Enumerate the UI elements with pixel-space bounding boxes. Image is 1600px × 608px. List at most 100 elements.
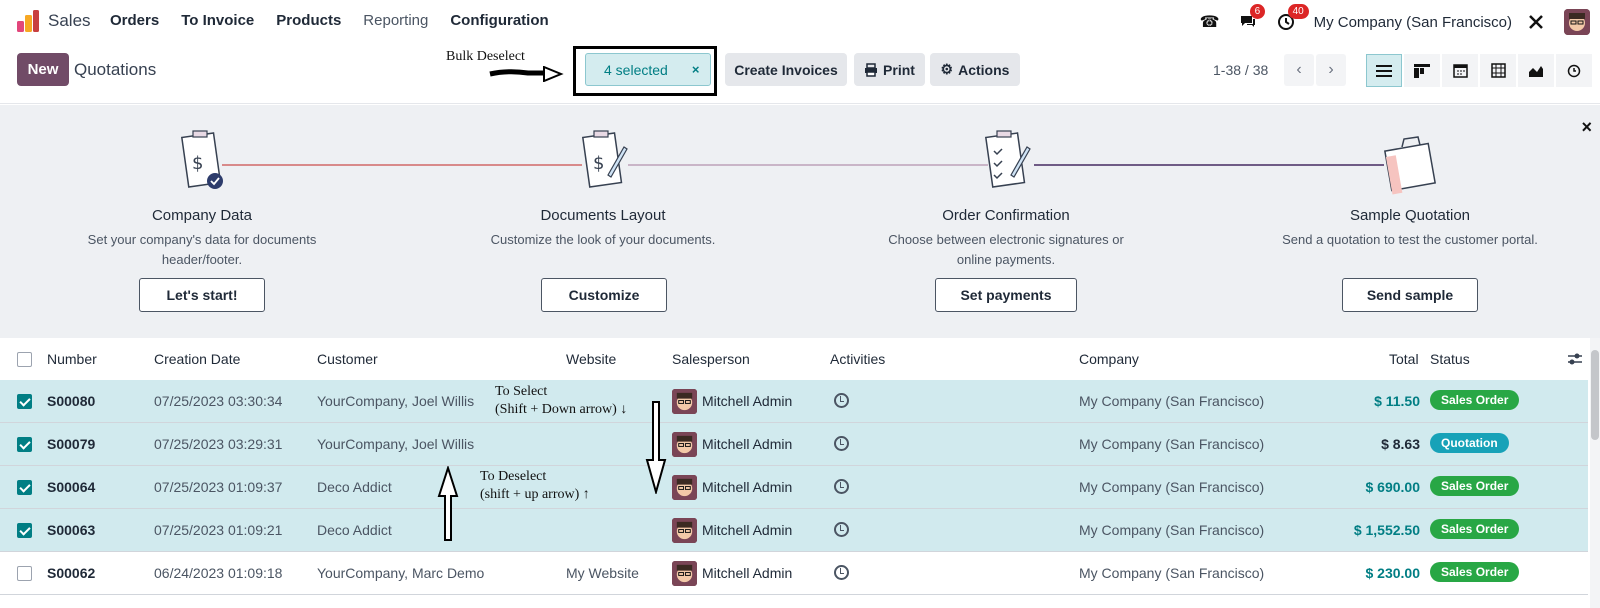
- column-total[interactable]: Total: [1389, 351, 1419, 367]
- scrollbar-thumb[interactable]: [1591, 350, 1599, 440]
- graph-view-icon[interactable]: [1518, 54, 1554, 87]
- create-invoices-button[interactable]: Create Invoices: [725, 53, 847, 86]
- table-row[interactable]: S00062 06/24/2023 01:09:18 YourCompany, Ma…: [0, 552, 1588, 595]
- column-website[interactable]: Website: [566, 351, 616, 367]
- row-checkbox[interactable]: [17, 523, 32, 538]
- activity-clock-icon[interactable]: [834, 522, 849, 537]
- kanban-view-icon[interactable]: [1404, 54, 1440, 87]
- column-salesperson[interactable]: Salesperson: [672, 351, 750, 367]
- salesperson: Mitchell Admin: [702, 565, 793, 581]
- total-amount: $ 11.50: [1374, 393, 1420, 409]
- document-pen-icon: $: [581, 130, 628, 188]
- optional-columns-icon[interactable]: [1567, 352, 1583, 366]
- customize-button[interactable]: Customize: [541, 278, 667, 312]
- annotation-text: To Deselect: [480, 469, 547, 484]
- sales-app-icon[interactable]: [16, 9, 40, 33]
- messages-badge: 6: [1249, 4, 1266, 19]
- menu-products[interactable]: Products: [276, 12, 341, 29]
- lets-start-button[interactable]: Let's start!: [139, 278, 265, 312]
- company-switcher[interactable]: My Company (San Francisco): [1314, 14, 1512, 31]
- create-invoices-label: Create Invoices: [734, 61, 838, 78]
- table-row[interactable]: S00080 07/25/2023 03:30:34 YourCompany, Jo…: [0, 380, 1588, 423]
- debug-tools-icon[interactable]: [1526, 12, 1546, 32]
- step-description: Customize the look of your documents.: [490, 232, 716, 247]
- column-customer[interactable]: Customer: [317, 351, 378, 367]
- selection-counter[interactable]: 4 selected ×: [585, 53, 711, 86]
- annotation-text: (Shift + Down arrow) ↓: [495, 402, 628, 417]
- calendar-view-icon[interactable]: [1442, 54, 1478, 87]
- total-amount: $ 1,552.50: [1353, 522, 1420, 538]
- print-button[interactable]: Print: [854, 53, 925, 86]
- column-company[interactable]: Company: [1079, 351, 1139, 367]
- salesperson-avatar: [672, 561, 697, 586]
- systray: ☎ 6 40 My Company (San Francisco): [1200, 0, 1600, 44]
- user-avatar[interactable]: [1564, 9, 1590, 35]
- send-sample-button[interactable]: Send sample: [1342, 278, 1478, 312]
- salesperson: Mitchell Admin: [702, 436, 793, 452]
- menu-configuration[interactable]: Configuration: [450, 12, 548, 29]
- status-badge: Quotation: [1430, 433, 1509, 453]
- salesperson-avatar: [672, 518, 697, 543]
- row-checkbox[interactable]: [17, 437, 32, 452]
- new-button[interactable]: New: [17, 53, 69, 86]
- top-navbar: Sales Orders To Invoice Products Reporti…: [0, 0, 1600, 44]
- step-title: Company Data: [151, 207, 253, 224]
- pivot-view-icon[interactable]: [1480, 54, 1516, 87]
- activity-view-icon[interactable]: [1556, 54, 1592, 87]
- total-amount: $ 690.00: [1365, 479, 1421, 495]
- pager-previous-icon[interactable]: ‹: [1284, 54, 1314, 86]
- row-checkbox[interactable]: [17, 394, 32, 409]
- actions-label: Actions: [958, 61, 1010, 78]
- activity-clock-icon[interactable]: [834, 479, 849, 494]
- row-checkbox[interactable]: [17, 480, 32, 495]
- pager-next-icon[interactable]: ›: [1316, 54, 1346, 86]
- annotation-text: (shift + up arrow) ↑: [480, 487, 590, 502]
- table-row[interactable]: S00063 07/25/2023 01:09:21 Deco Addict Mitc…: [0, 509, 1588, 552]
- table-row[interactable]: S00079 07/25/2023 03:29:31 YourCompany, Jo…: [0, 423, 1588, 466]
- column-creation-date[interactable]: Creation Date: [154, 351, 240, 367]
- activities-badge: 40: [1287, 4, 1309, 19]
- menu-orders[interactable]: Orders: [110, 12, 159, 29]
- activity-clock-icon[interactable]: [834, 565, 849, 580]
- select-all-checkbox[interactable]: [17, 352, 32, 367]
- salesperson-avatar: [672, 475, 697, 500]
- activity-clock-icon[interactable]: [834, 393, 849, 408]
- progress-line: [1034, 164, 1384, 166]
- order-number: S00079: [47, 436, 96, 452]
- annotation-text: To Select: [495, 384, 548, 399]
- main-menu: Orders To Invoice Products Reporting Con…: [110, 12, 571, 29]
- app-name[interactable]: Sales: [48, 11, 91, 31]
- status-badge: Sales Order: [1430, 476, 1520, 496]
- column-activities[interactable]: Activities: [830, 351, 885, 367]
- salesperson-avatar: [672, 432, 697, 457]
- creation-date: 07/25/2023 03:30:34: [154, 393, 283, 409]
- column-status[interactable]: Status: [1430, 351, 1470, 367]
- set-payments-button[interactable]: Set payments: [935, 278, 1077, 312]
- close-onboarding-icon[interactable]: ×: [1581, 117, 1592, 138]
- gear-icon: ⚙: [940, 61, 954, 77]
- activity-clock-icon[interactable]: 40: [1276, 4, 1309, 32]
- step-title: Order Confirmation: [942, 207, 1070, 224]
- creation-date: 07/25/2023 01:09:37: [154, 479, 283, 495]
- column-number[interactable]: Number: [47, 351, 97, 367]
- order-number: S00062: [47, 565, 96, 581]
- menu-reporting[interactable]: Reporting: [363, 12, 428, 29]
- table-row[interactable]: S00064 07/25/2023 01:09:37 Deco Addict Mitc…: [0, 466, 1588, 509]
- list-view-icon[interactable]: [1366, 54, 1402, 87]
- unselect-all-button[interactable]: ×: [692, 62, 700, 77]
- menu-to-invoice[interactable]: To Invoice: [181, 12, 254, 29]
- salesperson: Mitchell Admin: [702, 522, 793, 538]
- company: My Company (San Francisco): [1079, 436, 1265, 452]
- actions-button[interactable]: ⚙ Actions: [930, 53, 1020, 86]
- breadcrumb: Quotations: [74, 60, 157, 79]
- annotation-up-arrow-icon: [437, 466, 459, 541]
- selected-count: 4 selected: [604, 61, 668, 78]
- pager-value[interactable]: 1-38 / 38: [1213, 62, 1268, 78]
- customer: YourCompany, Marc Demo: [317, 565, 485, 581]
- creation-date: 07/25/2023 01:09:21: [154, 522, 283, 538]
- phone-icon[interactable]: ☎: [1200, 12, 1220, 32]
- messages-icon[interactable]: 6: [1238, 4, 1266, 32]
- activity-clock-icon[interactable]: [834, 436, 849, 451]
- svg-text:$: $: [593, 153, 604, 174]
- row-checkbox[interactable]: [17, 566, 32, 581]
